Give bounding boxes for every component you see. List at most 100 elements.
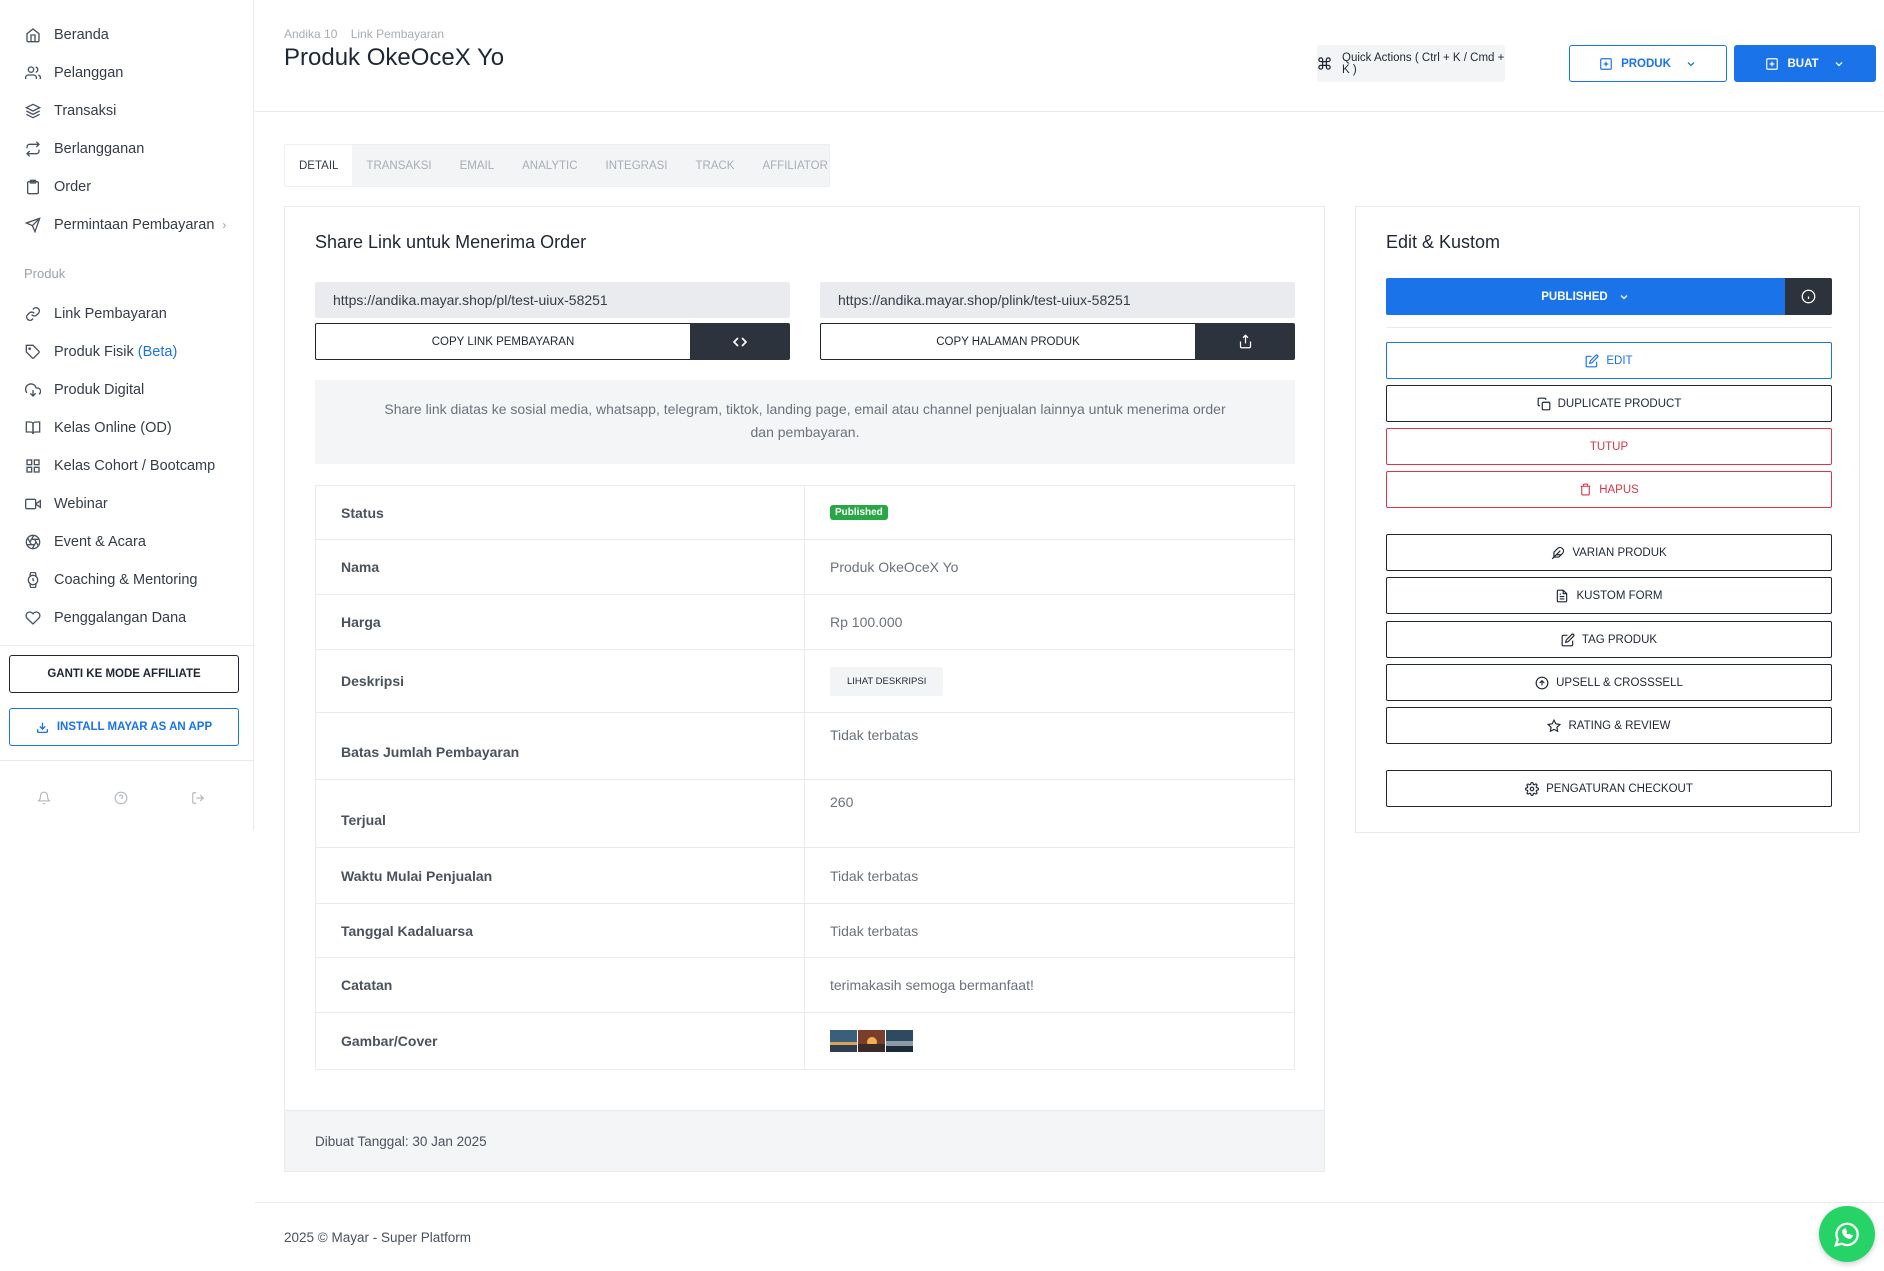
- breadcrumb-item[interactable]: Link Pembayaran: [351, 27, 444, 41]
- published-dropdown-button[interactable]: PUBLISHED: [1386, 278, 1785, 315]
- tab-analytic[interactable]: ANALYTIC: [508, 145, 591, 186]
- row-value: 260: [830, 794, 854, 810]
- hapus-button[interactable]: HAPUS: [1386, 471, 1832, 508]
- sidebar-item-webinar[interactable]: Webinar: [24, 492, 108, 516]
- row-label: Status: [316, 486, 805, 539]
- published-label: PUBLISHED: [1541, 290, 1608, 303]
- video-icon: [24, 495, 42, 513]
- sidebar-item-penggalangan-dana[interactable]: Penggalangan Dana: [24, 606, 186, 630]
- grid-icon: [24, 457, 42, 475]
- tab-transaksi[interactable]: TRANSAKSI: [352, 145, 445, 186]
- produk-dropdown-button[interactable]: PRODUK: [1569, 45, 1727, 82]
- sidebar-item-link-pembayaran[interactable]: Link Pembayaran: [24, 302, 167, 326]
- sidebar-item-beranda[interactable]: Beranda: [24, 23, 109, 47]
- view-description-button[interactable]: LIHAT DESKRIPSI: [830, 666, 944, 696]
- sidebar-item-order[interactable]: Order: [24, 175, 91, 199]
- bell-icon[interactable]: [32, 786, 56, 810]
- arrow-up-circle-icon: [1535, 676, 1549, 690]
- row-label: Tanggal Kadaluarsa: [316, 904, 805, 957]
- clipboard-icon: [24, 178, 42, 196]
- tab-track[interactable]: TRACK: [682, 145, 749, 186]
- trash-icon: [1579, 483, 1592, 496]
- sidebar-section-label: Produk: [24, 266, 66, 281]
- tab-email[interactable]: EMAIL: [446, 145, 509, 186]
- sidebar-item-label: Transaksi: [54, 103, 117, 119]
- row-label: Deskripsi: [316, 650, 805, 712]
- logout-icon[interactable]: [186, 786, 210, 810]
- varian-label: VARIAN PRODUK: [1572, 546, 1667, 559]
- kustom-form-button[interactable]: KUSTOM FORM: [1386, 577, 1832, 614]
- cloud-download-icon: [24, 381, 42, 399]
- copy-payment-link-button[interactable]: COPY LINK PEMBAYARAN: [315, 323, 690, 360]
- share-icon[interactable]: [1195, 323, 1295, 360]
- cover-thumbnail[interactable]: [830, 1030, 857, 1052]
- upsell-crosssell-button[interactable]: UPSELL & CROSSSELL: [1386, 664, 1832, 701]
- file-text-icon: [1555, 589, 1569, 603]
- whatsapp-icon[interactable]: [1819, 1206, 1875, 1262]
- product-detail-table: Status Published Nama Produk OkeOceX Yo …: [315, 485, 1295, 1070]
- plus-square-icon: [1765, 57, 1779, 71]
- quick-actions-button[interactable]: Quick Actions ( Ctrl + K / Cmd + K ): [1317, 45, 1505, 82]
- varian-produk-button[interactable]: VARIAN PRODUK: [1386, 534, 1832, 571]
- info-icon[interactable]: [1785, 278, 1832, 315]
- edit-button[interactable]: EDIT: [1386, 342, 1832, 379]
- cover-thumbnail[interactable]: [886, 1030, 913, 1052]
- row-value: Tidak terbatas: [830, 867, 919, 884]
- table-row: Deskripsi LIHAT DESKRIPSI: [316, 650, 1294, 713]
- breadcrumb-item[interactable]: Andika 10: [284, 27, 337, 41]
- row-value: Tidak terbatas: [830, 922, 919, 939]
- sidebar-item-pelanggan[interactable]: Pelanggan: [24, 61, 123, 85]
- install-app-button[interactable]: INSTALL MAYAR AS AN APP: [9, 708, 239, 746]
- home-icon: [24, 26, 42, 44]
- cover-thumbnail[interactable]: [858, 1030, 885, 1052]
- edit-icon: [1561, 633, 1575, 647]
- kustom-form-label: KUSTOM FORM: [1576, 589, 1663, 602]
- tutup-button[interactable]: TUTUP: [1386, 428, 1832, 465]
- sidebar-item-kelas-cohort[interactable]: Kelas Cohort / Bootcamp: [24, 454, 215, 478]
- sidebar-item-label: Produk Fisik: [54, 344, 134, 360]
- book-open-icon: [24, 419, 42, 437]
- payment-link-field[interactable]: https://andika.mayar.shop/pl/test-uiux-5…: [315, 282, 790, 318]
- row-label: Batas Jumlah Pembayaran: [316, 713, 805, 779]
- chevron-down-icon: [1685, 58, 1697, 70]
- sidebar-item-coaching[interactable]: Coaching & Mentoring: [24, 568, 197, 592]
- beta-badge: (Beta): [137, 344, 178, 360]
- table-row: Terjual 260: [316, 780, 1294, 848]
- sidebar-item-produk-fisik[interactable]: Produk Fisik (Beta): [24, 340, 177, 364]
- rating-review-button[interactable]: RATING & REVIEW: [1386, 707, 1832, 744]
- page-footer-divider: [255, 1202, 1884, 1203]
- sidebar-item-permintaan-pembayaran[interactable]: Permintaan Pembayaran ›: [24, 213, 226, 237]
- upsell-label: UPSELL & CROSSSELL: [1556, 676, 1683, 689]
- tab-affiliator[interactable]: AFFILIATOR: [748, 145, 841, 186]
- tag-produk-button[interactable]: TAG PRODUK: [1386, 621, 1832, 658]
- repeat-icon: [24, 140, 42, 158]
- code-icon[interactable]: [690, 323, 790, 360]
- sidebar-item-kelas-online[interactable]: Kelas Online (OD): [24, 416, 172, 440]
- row-label: Harga: [316, 595, 805, 649]
- help-icon[interactable]: [109, 786, 133, 810]
- tab-integrasi[interactable]: INTEGRASI: [592, 145, 682, 186]
- page-title: Produk OkeOceX Yo: [284, 44, 505, 71]
- product-link-field[interactable]: https://andika.mayar.shop/plink/test-uiu…: [820, 282, 1295, 318]
- heart-icon: [24, 609, 42, 627]
- sidebar-item-event-acara[interactable]: Event & Acara: [24, 530, 146, 554]
- gear-icon: [1525, 781, 1540, 796]
- duplicate-product-button[interactable]: DUPLICATE PRODUCT: [1386, 385, 1832, 422]
- sidebar-divider: [0, 645, 253, 646]
- copy-product-page-button[interactable]: COPY HALAMAN PRODUK: [820, 323, 1195, 360]
- sidebar-item-transaksi[interactable]: Transaksi: [24, 99, 116, 123]
- aperture-icon: [24, 533, 42, 551]
- copy-product-group: COPY HALAMAN PRODUK: [820, 323, 1295, 360]
- sidebar-item-label: Kelas Cohort / Bootcamp: [54, 458, 216, 474]
- table-row: Waktu Mulai Penjualan Tidak terbatas: [316, 848, 1294, 904]
- affiliate-mode-button[interactable]: GANTI KE MODE AFFILIATE: [9, 655, 239, 693]
- users-icon: [24, 64, 42, 82]
- sidebar-item-produk-digital[interactable]: Produk Digital: [24, 378, 144, 402]
- sidebar-item-berlangganan[interactable]: Berlangganan: [24, 137, 144, 161]
- rating-label: RATING & REVIEW: [1568, 719, 1671, 732]
- buat-dropdown-button[interactable]: BUAT: [1734, 45, 1876, 82]
- edit-icon: [1585, 354, 1599, 368]
- tab-detail[interactable]: DETAIL: [285, 145, 353, 186]
- pengaturan-checkout-button[interactable]: PENGATURAN CHECKOUT: [1386, 770, 1832, 807]
- row-label: Nama: [316, 540, 805, 594]
